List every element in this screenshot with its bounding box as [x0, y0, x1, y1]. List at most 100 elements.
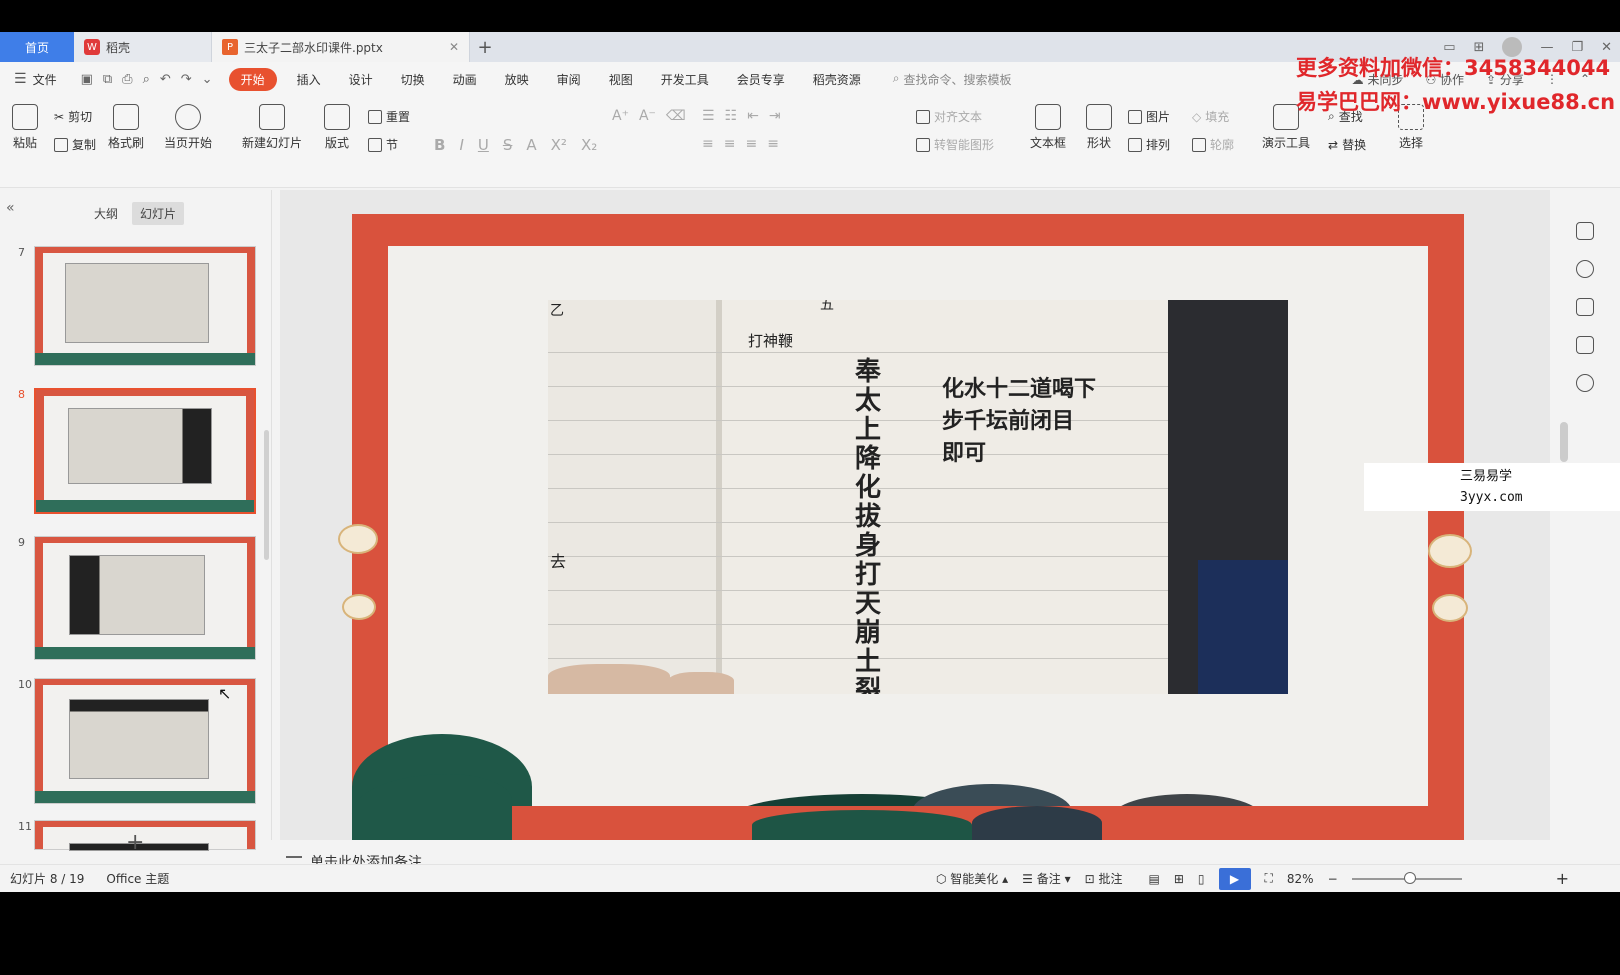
- section-button[interactable]: 节: [368, 136, 398, 153]
- indent-icon[interactable]: ⇤: [747, 108, 759, 124]
- tab-pptx-document[interactable]: P 三太子二部水印课件.pptx ✕: [212, 32, 470, 62]
- beautify-button[interactable]: ⬡ 智能美化 ▴: [936, 870, 1008, 887]
- arrange-button[interactable]: 排列: [1128, 136, 1170, 153]
- menu-transition[interactable]: 切换: [387, 71, 439, 88]
- comments-button[interactable]: ⊡ 批注: [1085, 870, 1123, 887]
- copy-button[interactable]: 复制: [54, 136, 96, 153]
- undo-icon[interactable]: ↶: [160, 72, 171, 87]
- thumb-decoration: [36, 500, 254, 512]
- justify-icon[interactable]: ≡: [767, 136, 779, 152]
- align-right-icon[interactable]: ≡: [745, 136, 757, 152]
- replace-button[interactable]: ⇄ 替换: [1328, 136, 1366, 153]
- zoom-level[interactable]: 82%: [1287, 872, 1314, 886]
- export-icon[interactable]: ⧉: [103, 72, 112, 87]
- clear-format-icon[interactable]: ⌫: [666, 108, 686, 124]
- format-painter-button[interactable]: 格式刷: [108, 104, 144, 151]
- menu-docer-resources[interactable]: 稻壳资源: [799, 71, 875, 88]
- slide-thumbnail[interactable]: [34, 820, 256, 851]
- superscript-icon[interactable]: X²: [551, 136, 567, 154]
- zoom-out-icon[interactable]: −: [1328, 872, 1338, 886]
- slide-icon[interactable]: [1576, 298, 1594, 316]
- zoom-in-icon[interactable]: +: [1556, 869, 1569, 888]
- thumbnail-scrollbar[interactable]: [264, 430, 269, 560]
- menu-view[interactable]: 视图: [595, 71, 647, 88]
- tab-close-icon[interactable]: ✕: [449, 40, 459, 54]
- wave-decoration: [752, 810, 972, 840]
- redo-icon[interactable]: ↷: [181, 72, 192, 87]
- tab-slides[interactable]: 幻灯片: [132, 202, 185, 225]
- menu-design[interactable]: 设计: [335, 71, 387, 88]
- shape-button[interactable]: 形状: [1086, 104, 1112, 151]
- numbering-icon[interactable]: ☷: [725, 108, 738, 124]
- tab-home[interactable]: 首页: [0, 32, 74, 62]
- menu-review[interactable]: 审阅: [543, 71, 595, 88]
- menu-animation[interactable]: 动画: [439, 71, 491, 88]
- slide-editing-canvas[interactable]: 打神鞭 乙 去 五 奉太上降化拔身打天崩土裂也罡 化水十二道喝下 步千坛前闭目 …: [280, 190, 1550, 840]
- align-left-icon[interactable]: ≡: [702, 136, 714, 152]
- slide-thumbnail[interactable]: [34, 246, 256, 366]
- normal-view-icon[interactable]: ▤: [1148, 872, 1159, 886]
- font-color-icon[interactable]: A: [526, 136, 536, 154]
- image-icon[interactable]: [1576, 336, 1594, 354]
- new-tab-plus-icon[interactable]: +: [470, 32, 500, 62]
- notebook-photo[interactable]: 打神鞭 乙 去 五 奉太上降化拔身打天崩土裂也罡 化水十二道喝下 步千坛前闭目 …: [548, 300, 1288, 694]
- menu-file[interactable]: 文件: [31, 71, 71, 88]
- menu-insert[interactable]: 插入: [283, 71, 335, 88]
- align-text-button[interactable]: 对齐文本: [916, 108, 982, 125]
- menu-developer[interactable]: 开发工具: [647, 71, 723, 88]
- star-icon[interactable]: [1576, 260, 1594, 278]
- layout-button[interactable]: 版式: [324, 104, 350, 151]
- preview-icon[interactable]: ⌕: [143, 72, 150, 87]
- thumb-picture: [69, 555, 205, 635]
- paste-button[interactable]: 粘贴: [12, 104, 38, 151]
- reading-view-icon[interactable]: ▯: [1198, 872, 1205, 886]
- new-slide-button[interactable]: 新建幻灯片: [242, 104, 302, 151]
- fit-window-icon[interactable]: ⛶: [1265, 871, 1273, 886]
- textbox-button[interactable]: 文本框: [1030, 104, 1066, 151]
- slide-counter: 幻灯片 8 / 19: [10, 872, 85, 886]
- theme-name[interactable]: Office 主题: [106, 870, 169, 887]
- handwritten-line: 步千坛前闭目: [942, 408, 1075, 434]
- subscript-icon[interactable]: X₂: [581, 136, 597, 154]
- zoom-slider[interactable]: [1351, 871, 1462, 884]
- fill-button[interactable]: ◇ 填充: [1192, 108, 1229, 125]
- italic-icon[interactable]: I: [459, 136, 463, 154]
- align-center-icon[interactable]: ≡: [724, 136, 736, 152]
- underline-icon[interactable]: U: [478, 136, 489, 154]
- slide-thumbnail[interactable]: [34, 536, 256, 660]
- outline-button[interactable]: 轮廓: [1192, 136, 1234, 153]
- bullets-icon[interactable]: ☰: [702, 108, 715, 124]
- reset-button[interactable]: 重置: [368, 108, 410, 125]
- paste-icon: [12, 104, 38, 130]
- picture-button[interactable]: 图片: [1128, 108, 1170, 125]
- properties-icon[interactable]: [1576, 222, 1594, 240]
- strikethrough-icon[interactable]: S: [503, 136, 513, 154]
- shrink-font-icon[interactable]: A⁻: [639, 108, 656, 124]
- smartart-button[interactable]: 转智能图形: [916, 136, 994, 153]
- current-slide[interactable]: 打神鞭 乙 去 五 奉太上降化拔身打天崩土裂也罡 化水十二道喝下 步千坛前闭目 …: [338, 214, 1472, 840]
- slide-thumbnail-selected[interactable]: [34, 388, 256, 514]
- cut-button[interactable]: ✂ 剪切: [54, 108, 92, 125]
- tab-docer[interactable]: W 稻壳: [74, 32, 212, 62]
- collapse-panel-icon[interactable]: «: [6, 200, 15, 216]
- sorter-view-icon[interactable]: ⊞: [1174, 872, 1184, 886]
- zoom-slider-knob[interactable]: [1403, 871, 1416, 884]
- menu-home[interactable]: 开始: [228, 67, 277, 91]
- grow-font-icon[interactable]: A⁺: [612, 108, 629, 124]
- notes-button[interactable]: ☰ 备注 ▾: [1022, 870, 1070, 887]
- compass-icon[interactable]: [1576, 374, 1594, 392]
- outdent-icon[interactable]: ⇥: [769, 108, 781, 124]
- menu-member[interactable]: 会员专享: [723, 71, 799, 88]
- tab-outline[interactable]: 大纲: [86, 202, 126, 225]
- print-icon[interactable]: ⎙: [122, 72, 132, 87]
- save-icon[interactable]: ▣: [81, 72, 93, 87]
- add-slide-plus-icon[interactable]: +: [126, 830, 144, 855]
- more-chevron-icon[interactable]: ⌄: [202, 72, 213, 87]
- play-slideshow-button[interactable]: ▶: [1218, 867, 1251, 890]
- command-search[interactable]: ⌕ 查找命令、搜索模板: [893, 71, 1012, 88]
- canvas-scrollbar[interactable]: [1560, 422, 1568, 462]
- from-current-button[interactable]: 当页开始: [164, 104, 212, 151]
- menu-slideshow[interactable]: 放映: [491, 71, 543, 88]
- hamburger-icon[interactable]: ☰: [14, 71, 27, 87]
- bold-icon[interactable]: B: [434, 136, 445, 154]
